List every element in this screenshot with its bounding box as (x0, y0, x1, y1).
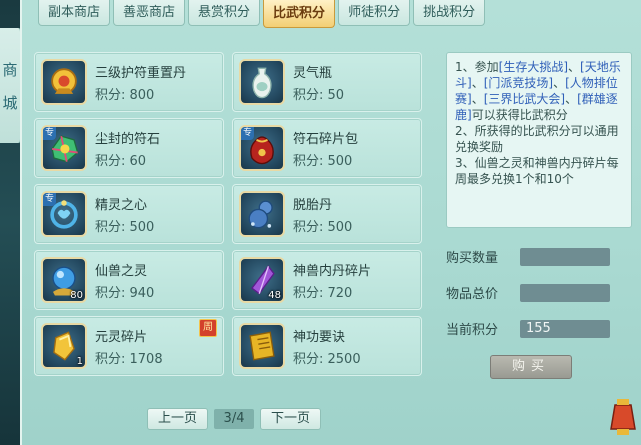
desc-text: 1、参加 (455, 60, 499, 74)
spirit-heart-icon: 专 (41, 191, 87, 237)
points-label: 当前积分 (446, 323, 499, 338)
tab-pvp-points[interactable]: 比武积分 (263, 0, 336, 28)
exclusive-tag: 专 (241, 127, 255, 140)
item-price: 积分: 1708 (95, 352, 163, 367)
item-name: 精灵之心 (95, 198, 148, 213)
golden-book-icon (239, 323, 285, 369)
item-price: 积分: 940 (95, 286, 155, 301)
tab-mentor-points[interactable]: 师徒积分 (338, 0, 411, 26)
item-name: 三级护符重置丹 (95, 66, 187, 81)
blue-orb-icon: 80 (41, 257, 87, 303)
desc-link: [门派竞技场] (483, 76, 554, 90)
item-price: 积分: 2500 (293, 352, 361, 367)
item-name: 灵气瓶 (293, 66, 333, 81)
tab-challenge-points[interactable]: 挑战积分 (413, 0, 486, 26)
prev-page-button[interactable]: 上一页 (147, 408, 209, 430)
desc-text: 、 (471, 76, 484, 90)
item-price: 积分: 800 (95, 88, 155, 103)
tab-dungeon-shop[interactable]: 副本商店 (38, 0, 111, 26)
item-price: 积分: 500 (293, 154, 353, 169)
shop-item[interactable]: 80 仙兽之灵 积分: 940 (34, 250, 224, 310)
next-page-button[interactable]: 下一页 (260, 408, 322, 430)
tab-karma-shop[interactable]: 善恶商店 (113, 0, 186, 26)
total-label: 物品总价 (446, 287, 499, 302)
item-name: 神兽内丹碎片 (293, 264, 372, 279)
gold-shard-icon: 1 (41, 323, 87, 369)
item-name: 符石碎片包 (293, 132, 359, 147)
shop-item[interactable]: 48 神兽内丹碎片 积分: 720 (232, 250, 422, 310)
current-points-field: 155 (520, 319, 610, 338)
weekly-badge: 周 (199, 319, 217, 337)
item-price: 积分: 50 (293, 88, 345, 103)
desc-text: 可以获得比武积分 (471, 108, 568, 122)
desc-text: 2、所获得的比武积分可以通用兑换奖励 (455, 124, 619, 154)
item-name: 元灵碎片 (95, 330, 148, 345)
item-price: 积分: 720 (293, 286, 353, 301)
item-name: 仙兽之灵 (95, 264, 148, 279)
item-price: 积分: 500 (95, 220, 155, 235)
total-price-field (520, 283, 610, 302)
quantity-input[interactable] (520, 247, 610, 266)
rules-description: 1、参加[生存大挑战]、[天地乐斗]、[门派竞技场]、[人物排位赛]、[三界比武… (446, 52, 632, 228)
desc-text: 、 (471, 92, 484, 106)
page-indicator: 3/4 (214, 409, 255, 429)
side-tab-char: 城 (2, 93, 18, 112)
buy-button[interactable]: 购买 (490, 355, 572, 379)
item-price: 积分: 60 (95, 154, 147, 169)
item-count: 1 (76, 356, 83, 367)
shop-item[interactable]: 脱胎丹 积分: 500 (232, 184, 422, 244)
desc-text: 、 (565, 92, 578, 106)
pagination: 上一页 3/4 下一页 (147, 408, 322, 430)
shop-item[interactable]: 神功要诀 积分: 2500 (232, 316, 422, 376)
golden-talisman-icon (41, 59, 87, 105)
exclusive-tag: 专 (43, 127, 57, 140)
quantity-label: 购买数量 (446, 251, 499, 266)
shop-item[interactable]: 专 符石碎片包 积分: 500 (232, 118, 422, 178)
item-name: 脱胎丹 (293, 198, 333, 213)
shop-item[interactable]: 灵气瓶 积分: 50 (232, 52, 422, 112)
mall-side-tab[interactable]: 商 城 (0, 28, 22, 143)
item-price: 积分: 500 (293, 220, 353, 235)
shop-item[interactable]: 1 元灵碎片 积分: 1708 周 (34, 316, 224, 376)
desc-text: 、 (568, 60, 581, 74)
points-row: 当前积分 155 (446, 319, 610, 338)
tab-bounty-points[interactable]: 悬赏积分 (188, 0, 261, 26)
desc-link: [三界比武大会] (483, 92, 566, 106)
gourd-icon (239, 191, 285, 237)
shop-item[interactable]: 三级护符重置丹 积分: 800 (34, 52, 224, 112)
exclusive-tag: 专 (43, 193, 57, 206)
corner-lantern-icon (610, 399, 636, 435)
desc-link: [生存大挑战] (498, 60, 569, 74)
item-grid: 三级护符重置丹 积分: 800 灵气瓶 积分: 50 专 尘封的符石 积分: 6… (34, 52, 422, 376)
desc-text: 、 (553, 76, 566, 90)
side-tab-char: 商 (2, 60, 18, 79)
shop-tabs: 副本商店 善恶商店 悬赏积分 比武积分 师徒积分 挑战积分 (38, 0, 486, 28)
runestone-icon: 专 (41, 125, 87, 171)
item-name: 尘封的符石 (95, 132, 161, 147)
shop-panel: 副本商店 善恶商店 悬赏积分 比武积分 师徒积分 挑战积分 三级护符重置丹 积分… (20, 0, 641, 445)
red-pouch-icon: 专 (239, 125, 285, 171)
shop-item[interactable]: 专 精灵之心 积分: 500 (34, 184, 224, 244)
item-count: 80 (70, 290, 83, 301)
item-count: 48 (268, 290, 281, 301)
vase-icon (239, 59, 285, 105)
shop-item[interactable]: 专 尘封的符石 积分: 60 (34, 118, 224, 178)
purple-crystal-icon: 48 (239, 257, 285, 303)
quantity-row: 购买数量 (446, 247, 610, 266)
item-name: 神功要诀 (293, 330, 346, 345)
total-row: 物品总价 (446, 283, 610, 302)
desc-text: 3、仙兽之灵和神兽内丹碎片每周最多兑换1个和10个 (455, 156, 619, 186)
